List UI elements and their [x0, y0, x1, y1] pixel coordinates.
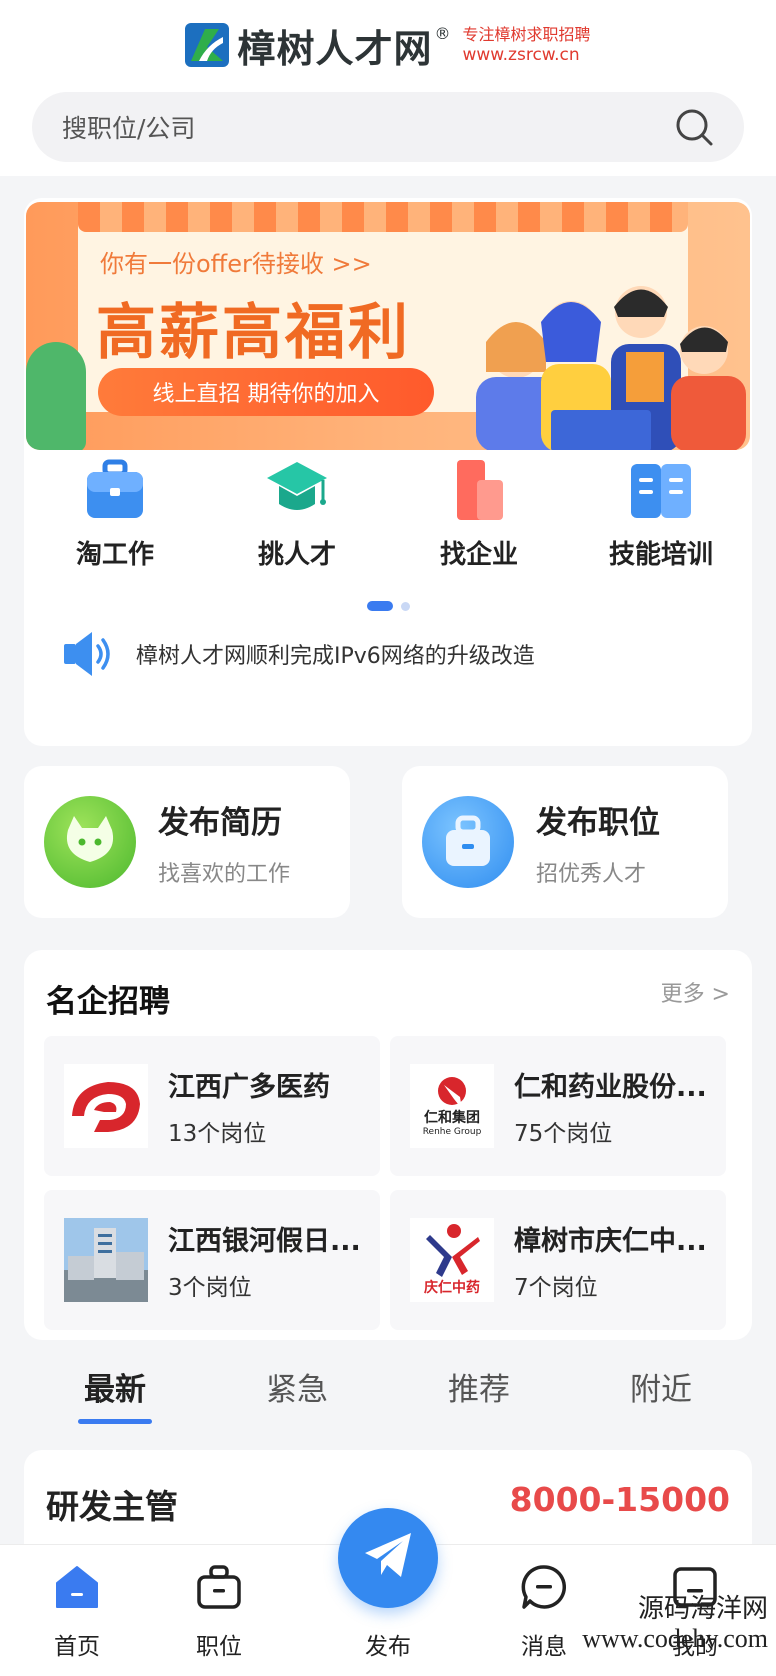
job-bag-icon [195, 1563, 243, 1611]
company-logo: 庆仁中药 [410, 1218, 494, 1302]
banner-subtitle: 你有一份offer待接收 >> [100, 250, 372, 278]
logo-slogan: 专注樟树求职招聘 [462, 25, 591, 44]
tab-label: 紧急 [266, 1372, 328, 1408]
tab-latest[interactable]: 最新 [24, 1356, 206, 1424]
company-name: 仁和药业股份... [514, 1071, 707, 1103]
company-name: 樟树市庆仁中... [514, 1225, 707, 1257]
nav-label: 首页 [54, 1634, 100, 1660]
lock-bag-icon [422, 796, 514, 888]
company-jobs-count: 7个岗位 [514, 1274, 598, 1301]
company-logo-subtext: Renhe Group [422, 1126, 482, 1137]
tab-nearby[interactable]: 附近 [570, 1356, 752, 1424]
company-logo: 仁和集团 Renhe Group [410, 1064, 494, 1148]
building-icon [447, 458, 511, 522]
publish-job-card[interactable]: 发布职位 招优秀人才 [402, 766, 728, 918]
briefcase-icon [83, 458, 147, 522]
nav-label: 消息 [521, 1634, 567, 1660]
watermark: 源码海洋网 www.codehy.com [582, 1594, 768, 1654]
quick-nav-find-talent[interactable]: 挑人才 [206, 452, 388, 582]
tab-active-indicator [78, 1419, 152, 1424]
promo-banner[interactable]: 你有一份offer待接收 >> 高薪高福利 线上直招 期待你的加入 [26, 202, 750, 450]
watermark-line2: www.codehy.com [582, 1624, 768, 1653]
company-card[interactable]: 仁和集团 Renhe Group 仁和药业股份... 75个岗位 [390, 1036, 726, 1176]
plant-illustration [26, 342, 86, 450]
company-card[interactable]: 江西银河假日... 3个岗位 [44, 1190, 380, 1330]
more-link[interactable]: 更多 > [661, 976, 730, 1008]
banner-scallop [78, 202, 688, 232]
company-logo-text: 仁和集团 [424, 1110, 480, 1126]
message-icon [520, 1563, 568, 1611]
quick-nav-skills-training[interactable]: 技能培训 [570, 452, 752, 582]
publish-resume-card[interactable]: 发布简历 找喜欢的工作 [24, 766, 350, 918]
quick-nav-label: 技能培训 [608, 540, 713, 570]
company-jobs-count: 75个岗位 [514, 1120, 613, 1147]
graduation-cap-icon [265, 458, 329, 522]
search-placeholder: 搜职位/公司 [62, 114, 196, 143]
tab-urgent[interactable]: 紧急 [206, 1356, 388, 1424]
tab-label: 推荐 [448, 1372, 510, 1408]
company-card[interactable]: 庆仁中药 樟树市庆仁中... 7个岗位 [390, 1190, 726, 1330]
quick-nav-label: 淘工作 [75, 540, 154, 570]
logo-url: www.zsrcw.cn [462, 45, 580, 65]
publish-fab[interactable] [338, 1508, 438, 1608]
section-title: 名企招聘 [46, 984, 170, 1020]
job-tabs: 最新 紧急 推荐 附近 [24, 1356, 752, 1424]
company-logo [64, 1064, 148, 1148]
tab-recommended[interactable]: 推荐 [388, 1356, 570, 1424]
nav-label: 职位 [196, 1634, 242, 1660]
publish-job-subtitle: 招优秀人才 [536, 861, 647, 887]
search-icon[interactable] [674, 107, 714, 147]
quick-nav-label: 找企业 [439, 540, 518, 570]
watermark-line1: 源码海洋网 [637, 1594, 768, 1623]
company-jobs-count: 13个岗位 [168, 1120, 267, 1147]
banner-pill: 线上直招 期待你的加入 [98, 368, 434, 416]
home-icon [53, 1563, 101, 1611]
company-jobs-count: 3个岗位 [168, 1274, 252, 1301]
book-icon [629, 458, 693, 522]
nav-label: 发布 [365, 1634, 411, 1660]
notice-bar[interactable]: 樟树人才网顺利完成IPv6网络的升级改造 [62, 630, 742, 678]
logo-mark-icon [185, 23, 230, 67]
company-logo-text: 庆仁中药 [424, 1280, 480, 1296]
header: 樟树人才网 ® 专注樟树求职招聘 www.zsrcw.cn 搜职位/公司 [0, 0, 776, 176]
company-card[interactable]: 江西广多医药 13个岗位 [44, 1036, 380, 1176]
company-name: 江西广多医药 [168, 1071, 330, 1103]
banner-title: 高薪高福利 [96, 298, 411, 368]
cat-face-icon [44, 796, 136, 888]
quick-nav-find-company[interactable]: 找企业 [388, 452, 570, 582]
quick-nav-label: 挑人才 [257, 540, 336, 570]
people-illustration [476, 286, 746, 450]
search-input[interactable]: 搜职位/公司 [32, 92, 744, 162]
carousel-dot[interactable] [400, 601, 410, 611]
company-logo [64, 1218, 148, 1302]
famous-companies: 名企招聘 更多 > 江西广多医药 13个岗位 仁和集团 Renhe Group … [24, 950, 752, 1340]
logo-registered: ® [434, 24, 451, 43]
publish-resume-subtitle: 找喜欢的工作 [158, 861, 291, 887]
quick-nav-find-job[interactable]: 淘工作 [24, 452, 206, 582]
nav-home[interactable]: 首页 [12, 1563, 142, 1661]
job-title: 研发主管 [46, 1487, 178, 1526]
publish-resume-title: 发布简历 [158, 804, 282, 841]
company-name: 江西银河假日... [168, 1225, 361, 1257]
tab-label: 附近 [630, 1372, 692, 1408]
logo[interactable]: 樟树人才网 ® 专注樟树求职招聘 www.zsrcw.cn [0, 14, 776, 76]
job-salary: 8000-15000 [509, 1480, 730, 1519]
carousel-indicator [24, 600, 752, 612]
publish-job-title: 发布职位 [536, 804, 660, 841]
carousel-dot-active[interactable] [366, 601, 393, 611]
notice-text: 樟树人才网顺利完成IPv6网络的升级改造 [136, 644, 535, 669]
quick-nav: 淘工作 挑人才 找企业 技能培训 [24, 452, 752, 582]
nav-jobs[interactable]: 职位 [154, 1563, 284, 1661]
logo-name: 樟树人才网 [237, 26, 433, 71]
paper-plane-icon [361, 1529, 415, 1587]
tab-label: 最新 [84, 1372, 146, 1408]
top-card: 你有一份offer待接收 >> 高薪高福利 线上直招 期待你的加入 淘工作 挑人… [24, 198, 752, 746]
speaker-icon [62, 630, 114, 678]
